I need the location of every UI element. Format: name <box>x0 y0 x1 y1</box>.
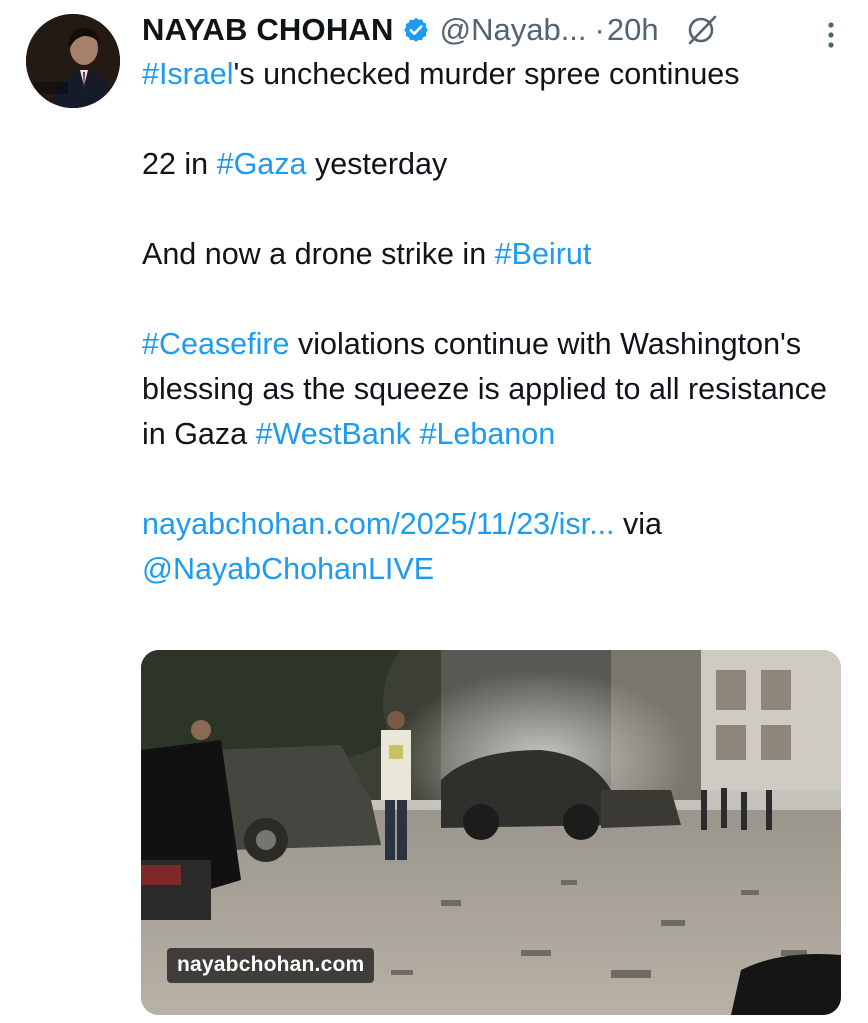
tweet-line-4: #Ceasefire violations continue with Wash… <box>142 322 842 457</box>
display-name[interactable]: NAYAB CHOHAN <box>142 12 394 48</box>
tweet-text-segment: 's unchecked murder spree continues <box>233 57 740 91</box>
verified-badge-icon[interactable] <box>402 16 430 44</box>
tweet-media[interactable]: nayabchohan.com <box>141 650 841 1015</box>
hashtag-ceasefire[interactable]: #Ceasefire <box>142 327 290 361</box>
hashtag-gaza[interactable]: #Gaza <box>217 147 307 181</box>
avatar[interactable] <box>26 14 120 108</box>
tweet-text: #Israel's unchecked murder spree continu… <box>142 52 842 592</box>
separator-dot: · <box>594 12 605 47</box>
hashtag-lebanon[interactable]: #Lebanon <box>419 417 555 451</box>
tweet-line-2: 22 in #Gaza yesterday <box>142 142 842 187</box>
media-watermark: nayabchohan.com <box>167 948 375 983</box>
hashtag-westbank[interactable]: #WestBank <box>256 417 411 451</box>
tweet-text-segment: yesterday <box>306 147 448 181</box>
tweet-line-1: #Israel's unchecked murder spree continu… <box>142 52 842 97</box>
tweet-text-segment: 22 in <box>142 147 217 181</box>
tweet-line-3: And now a drone strike in #Beirut <box>142 232 842 277</box>
hashtag-beirut[interactable]: #Beirut <box>495 237 592 271</box>
tweet-line-5: nayabchohan.com/2025/11/23/isr... via @Na… <box>142 502 842 592</box>
tweet-header: NAYAB CHOHAN @Nayab... · 20h <box>142 8 842 52</box>
tweet-text-segment: And now a drone strike in <box>142 237 495 271</box>
handle[interactable]: @Nayab... <box>440 12 587 48</box>
timestamp[interactable]: 20h <box>607 12 659 48</box>
tweet-text-segment: via <box>614 507 662 541</box>
hashtag-israel[interactable]: #Israel <box>142 57 234 91</box>
mention-nayabchohanlive[interactable]: @NayabChohanLIVE <box>142 552 434 586</box>
article-link[interactable]: nayabchohan.com/2025/11/23/isr... <box>142 507 615 541</box>
grok-icon[interactable] <box>685 13 719 47</box>
more-options-icon[interactable] <box>826 20 836 50</box>
